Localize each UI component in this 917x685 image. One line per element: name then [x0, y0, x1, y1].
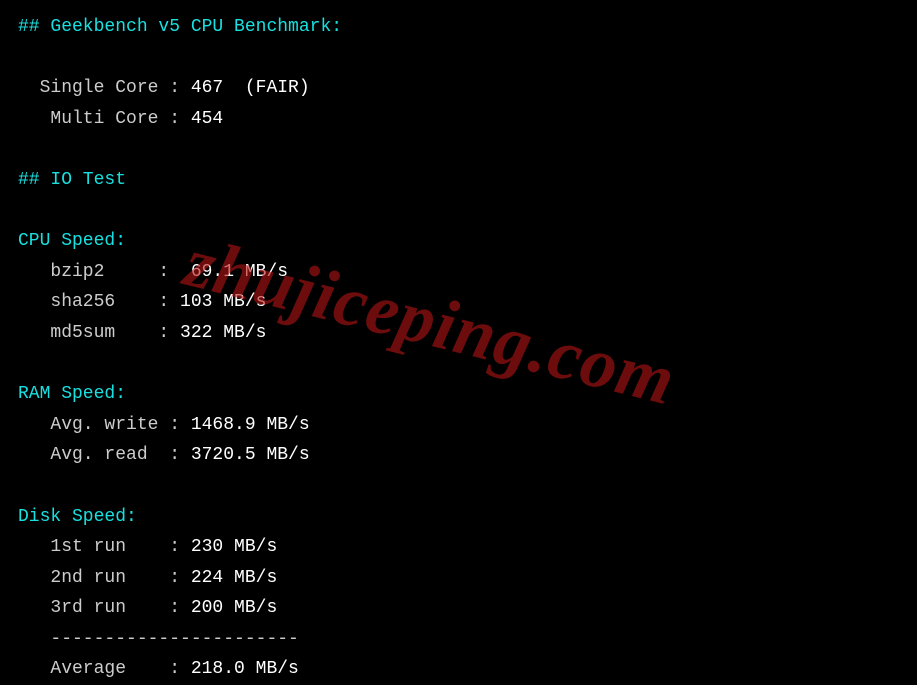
- disk-run3-label: 3rd run :: [18, 598, 191, 618]
- sha256-label: sha256 :: [18, 292, 180, 312]
- cpu-speed-title: CPU Speed:: [18, 226, 899, 257]
- header-iotest: ## IO Test: [18, 165, 899, 196]
- blank-line: [18, 349, 899, 380]
- multi-core-value: 454: [191, 109, 223, 129]
- bzip2-row: bzip2 : 69.1 MB/s: [18, 257, 899, 288]
- terminal-output: ## Geekbench v5 CPU Benchmark: Single Co…: [18, 12, 899, 685]
- disk-run2-label: 2nd run :: [18, 568, 191, 588]
- ram-read-value: 3720.5 MB/s: [191, 445, 310, 465]
- disk-avg-label: Average :: [18, 659, 191, 679]
- disk-avg-row: Average : 218.0 MB/s: [18, 654, 899, 685]
- header-geekbench: ## Geekbench v5 CPU Benchmark:: [18, 12, 899, 43]
- disk-divider: -----------------------: [18, 624, 899, 655]
- ram-read-row: Avg. read : 3720.5 MB/s: [18, 440, 899, 471]
- disk-run3-value: 200 MB/s: [191, 598, 277, 618]
- ram-speed-title: RAM Speed:: [18, 379, 899, 410]
- sha256-value: 103 MB/s: [180, 292, 266, 312]
- disk-avg-value: 218.0 MB/s: [191, 659, 299, 679]
- ram-write-value: 1468.9 MB/s: [191, 415, 310, 435]
- md5sum-row: md5sum : 322 MB/s: [18, 318, 899, 349]
- disk-run2-row: 2nd run : 224 MB/s: [18, 563, 899, 594]
- disk-run2-value: 224 MB/s: [191, 568, 277, 588]
- disk-speed-title: Disk Speed:: [18, 502, 899, 533]
- ram-read-label: Avg. read :: [18, 445, 191, 465]
- blank-line: [18, 134, 899, 165]
- blank-line: [18, 471, 899, 502]
- md5sum-value: 322 MB/s: [180, 323, 266, 343]
- ram-write-label: Avg. write :: [18, 415, 191, 435]
- single-core-row: Single Core : 467 (FAIR): [18, 73, 899, 104]
- multi-core-row: Multi Core : 454: [18, 104, 899, 135]
- disk-run1-row: 1st run : 230 MB/s: [18, 532, 899, 563]
- single-core-rating: (FAIR): [223, 78, 309, 98]
- blank-line: [18, 43, 899, 74]
- sha256-row: sha256 : 103 MB/s: [18, 287, 899, 318]
- ram-write-row: Avg. write : 1468.9 MB/s: [18, 410, 899, 441]
- single-core-label: Single Core :: [18, 78, 191, 98]
- disk-run3-row: 3rd run : 200 MB/s: [18, 593, 899, 624]
- disk-run1-label: 1st run :: [18, 537, 191, 557]
- bzip2-label: bzip2 :: [18, 262, 191, 282]
- blank-line: [18, 196, 899, 227]
- disk-run1-value: 230 MB/s: [191, 537, 277, 557]
- bzip2-value: 69.1 MB/s: [191, 262, 288, 282]
- single-core-value: 467: [191, 78, 223, 98]
- multi-core-label: Multi Core :: [18, 109, 191, 129]
- md5sum-label: md5sum :: [18, 323, 180, 343]
